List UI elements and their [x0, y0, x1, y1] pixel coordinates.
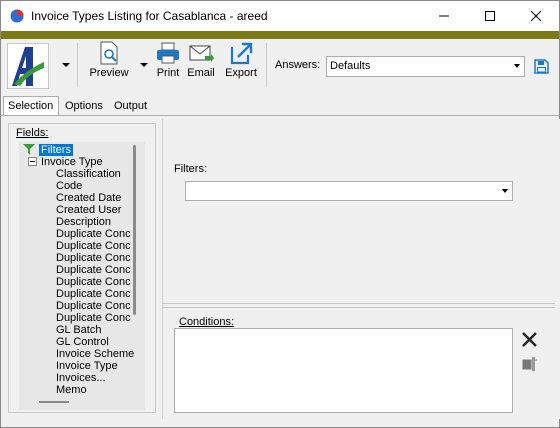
accent-bar: [1, 31, 559, 39]
export-icon: [230, 42, 253, 65]
filter-icon: [23, 144, 35, 155]
answers-label: Answers:: [275, 59, 321, 71]
export-label: Export: [225, 67, 257, 79]
tree-field-item[interactable]: Memo: [56, 384, 87, 396]
close-button[interactable]: [513, 1, 559, 31]
email-label: Email: [187, 67, 215, 79]
pane-splitter[interactable]: [162, 303, 555, 308]
answers-dropdown[interactable]: Defaults: [326, 56, 525, 77]
tree-field-item[interactable]: Created Date: [56, 192, 121, 204]
tree-field-item[interactable]: Code: [56, 180, 82, 192]
save-icon[interactable]: [534, 59, 549, 74]
logo-icon: [12, 47, 44, 86]
maximize-button[interactable]: [467, 1, 513, 31]
tab-divider: [1, 115, 559, 116]
print-button[interactable]: Print: [153, 41, 183, 89]
preview-icon: [100, 41, 118, 65]
preview-label: Preview: [89, 67, 129, 79]
toolbar-separator: [266, 43, 267, 87]
toolbar-separator: [77, 43, 78, 87]
pie-chart-icon: [10, 9, 24, 23]
tree-horizontal-scrollbar[interactable]: [39, 401, 69, 403]
title-bar: Invoice Types Listing for Casablanca - a…: [1, 1, 559, 31]
tree-field-item[interactable]: Invoice Type: [56, 360, 118, 372]
delete-condition-icon[interactable]: [522, 332, 537, 347]
tree-field-item[interactable]: GL Control: [56, 336, 109, 348]
chevron-down-icon: [514, 64, 520, 68]
printer-icon: [157, 42, 179, 64]
preview-button[interactable]: Preview: [89, 41, 129, 89]
minimize-button[interactable]: [421, 1, 467, 31]
toolbar: Preview Print Email Export Answers: Defa…: [1, 39, 559, 93]
tree-node-filters[interactable]: Filters: [39, 144, 73, 156]
logo-dropdown-icon[interactable]: [62, 63, 70, 68]
conditions-list[interactable]: [174, 328, 513, 413]
tree-field-item[interactable]: Duplicate Conc: [56, 264, 131, 276]
tree-field-item[interactable]: Duplicate Conc: [56, 288, 131, 300]
window-title: Invoice Types Listing for Casablanca - a…: [31, 9, 268, 23]
conditions-label: Conditions:: [179, 316, 235, 328]
minimize-icon: [439, 15, 449, 17]
tab-output[interactable]: Output: [110, 98, 151, 115]
tree-field-item[interactable]: Invoice Scheme: [56, 348, 134, 360]
tree-field-item[interactable]: Duplicate Conc: [56, 240, 131, 252]
tree-field-item[interactable]: GL Batch: [56, 324, 101, 336]
tree-field-item[interactable]: Duplicate Conc: [56, 312, 131, 324]
print-label: Print: [156, 67, 180, 79]
preview-dropdown-icon[interactable]: [140, 63, 148, 68]
filters-dropdown[interactable]: [185, 181, 513, 201]
close-icon: [531, 11, 541, 21]
filters-label: Filters:: [174, 163, 207, 175]
tab-strip: Selection Options Output: [1, 96, 559, 116]
email-button[interactable]: Email: [186, 41, 216, 89]
tab-selection[interactable]: Selection: [3, 96, 59, 116]
tree-node-invoice-type[interactable]: Invoice Type: [41, 156, 103, 168]
tree-field-item[interactable]: Created User: [56, 204, 121, 216]
tree-field-item[interactable]: Duplicate Conc: [56, 276, 131, 288]
edit-condition-icon[interactable]: [522, 357, 537, 371]
answers-value: Defaults: [330, 60, 371, 72]
tab-options[interactable]: Options: [61, 98, 107, 115]
tree-field-item[interactable]: Duplicate Conc: [56, 252, 131, 264]
collapse-icon[interactable]: [28, 157, 37, 166]
tree-field-item[interactable]: Invoices...: [56, 372, 106, 384]
report-window: Invoice Types Listing for Casablanca - a…: [0, 0, 560, 428]
chevron-down-icon: [502, 189, 508, 193]
app-logo[interactable]: [7, 43, 49, 89]
fields-tree[interactable]: Filters Invoice Type Classification Code C…: [19, 142, 145, 410]
fields-label: Fields:: [16, 127, 49, 139]
tree-field-item[interactable]: Classification: [56, 168, 121, 180]
tree-field-item[interactable]: Duplicate Conc: [56, 228, 131, 240]
tree-vertical-scrollbar[interactable]: [133, 145, 136, 315]
tree-field-item[interactable]: Duplicate Conc: [56, 300, 131, 312]
maximize-icon: [485, 11, 495, 21]
tree-field-item[interactable]: Description: [56, 216, 111, 228]
email-icon: [189, 45, 214, 62]
export-button[interactable]: Export: [222, 41, 260, 89]
